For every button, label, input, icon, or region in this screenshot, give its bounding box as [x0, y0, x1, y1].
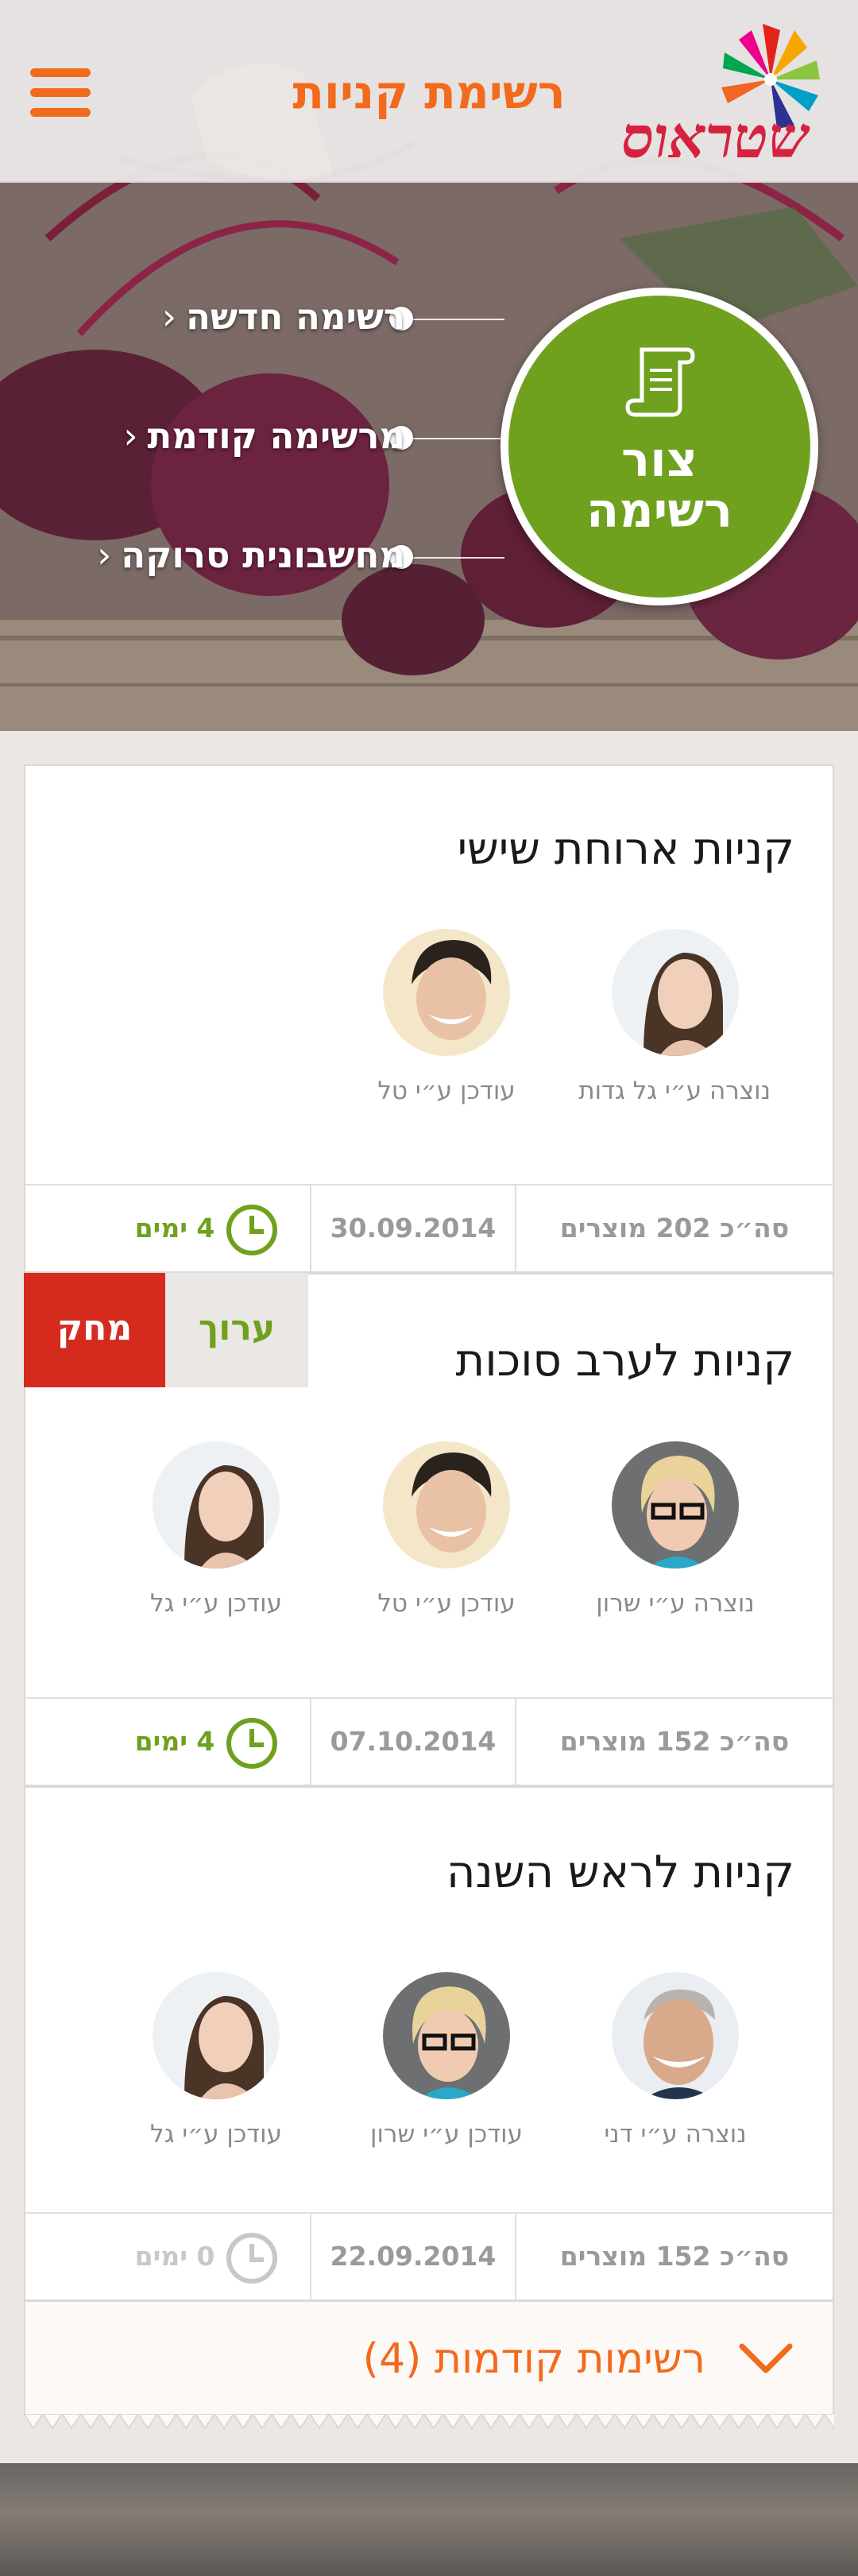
person-caption: עודכן ע״י גל — [149, 2120, 283, 2149]
avatar — [612, 1972, 739, 2099]
avatar — [153, 1972, 280, 2099]
from-previous-list-link[interactable]: מרשימה קודמת‹ — [123, 415, 405, 457]
total-products: סה״כ 152 מוצרים — [559, 1726, 790, 1757]
list-card[interactable]: קניות ארוחת שישי נוצרה ע״י גל גדות עודכן… — [24, 764, 834, 1273]
person-caption: עודכן ע״י שרון — [370, 2120, 523, 2149]
person-creator: נוצרה ע״י גל גדות — [578, 929, 771, 1105]
list-footer: סה״כ 152 מוצרים 22.09.2014 0 ימים — [25, 2212, 833, 2299]
avatar — [612, 929, 739, 1056]
list-date: 07.10.2014 — [330, 1726, 497, 1757]
create-list-label: צור רשימה — [586, 432, 732, 539]
person-creator: נוצרה ע״י דני — [580, 1972, 771, 2149]
edit-button[interactable]: ערוך — [165, 1273, 308, 1387]
clock-icon — [226, 1204, 278, 1255]
avatar — [383, 1441, 510, 1568]
total-products: סה״כ 152 מוצרים — [559, 2241, 790, 2272]
days-remaining: 4 ימים — [105, 1186, 310, 1271]
chevron-left-icon: ‹ — [161, 296, 176, 338]
hero-banner: רשימת קניות שטראוס רשימה חדשה‹ מרשימה קו… — [0, 0, 858, 731]
page-title: רשימת קניות — [292, 65, 566, 119]
clock-icon — [226, 2232, 278, 2284]
list-footer: סה״כ 152 מוצרים 07.10.2014 4 ימים — [25, 1697, 833, 1785]
person-caption: עודכן ע״י טל — [377, 1589, 516, 1618]
person-updater: עודכן ע״י טל — [351, 1441, 542, 1618]
person-caption: נוצרה ע״י גל גדות — [578, 1077, 771, 1105]
list-title: קניות לראש השנה — [446, 1847, 794, 1898]
list-card[interactable]: קניות לראש השנה נוצרה ע״י דני עודכן ע״י … — [24, 1786, 834, 2301]
total-products: סה״כ 202 מוצרים — [559, 1213, 790, 1244]
previous-lists-toggle[interactable]: רשימות קודמות (4) — [24, 2300, 834, 2415]
person-caption: נוצרה ע״י דני — [604, 2120, 747, 2149]
strauss-logo: שטראוס — [620, 16, 834, 171]
create-list-button[interactable]: צור רשימה — [500, 288, 818, 605]
person-updater: עודכן ע״י שרון — [351, 1972, 542, 2149]
torn-edge — [24, 2414, 834, 2430]
scroll-list-icon — [625, 347, 695, 417]
list-title: קניות ארוחת שישי — [457, 823, 794, 875]
list-footer: סה״כ 202 מוצרים 30.09.2014 4 ימים — [25, 1184, 833, 1271]
scanned-receipt-link[interactable]: מחשבונית סרוקה‹ — [97, 534, 405, 576]
new-list-link[interactable]: רשימה חדשה‹ — [162, 296, 405, 338]
delete-button[interactable]: מחק — [24, 1273, 165, 1387]
clock-icon — [226, 1717, 278, 1769]
list-title: קניות לערב סוכות — [455, 1335, 794, 1387]
person-updater: עודכן ע״י גל — [121, 1441, 311, 1618]
list-date: 30.09.2014 — [330, 1213, 497, 1244]
person-creator: נוצרה ע״י שרון — [580, 1441, 771, 1618]
list-date: 22.09.2014 — [330, 2241, 497, 2272]
avatar — [383, 1972, 510, 2099]
days-remaining: 0 ימים — [105, 2214, 310, 2299]
avatar — [383, 929, 510, 1056]
logo-text: שטראוס — [621, 103, 809, 171]
person-updater: עודכן ע״י טל — [351, 929, 542, 1105]
person-updater: עודכן ע״י גל — [121, 1972, 311, 2149]
person-caption: נוצרה ע״י שרון — [596, 1589, 755, 1618]
hamburger-menu-icon[interactable] — [30, 68, 91, 118]
wood-footer-background — [0, 2463, 858, 2576]
chevron-left-icon: ‹ — [97, 534, 112, 576]
avatar — [153, 1441, 280, 1568]
avatar — [612, 1441, 739, 1568]
top-bar: רשימת קניות שטראוס — [0, 0, 858, 183]
previous-lists-label: רשימות קודמות (4) — [362, 2335, 705, 2383]
person-caption: עודכן ע״י טל — [377, 1077, 516, 1105]
chevron-left-icon: ‹ — [123, 415, 138, 457]
chevron-down-icon — [739, 2343, 793, 2373]
person-caption: עודכן ע״י גל — [149, 1589, 283, 1618]
days-remaining: 4 ימים — [105, 1699, 310, 1785]
list-card[interactable]: ערוך מחק קניות לערב סוכות נוצרה ע״י שרון… — [24, 1273, 834, 1786]
